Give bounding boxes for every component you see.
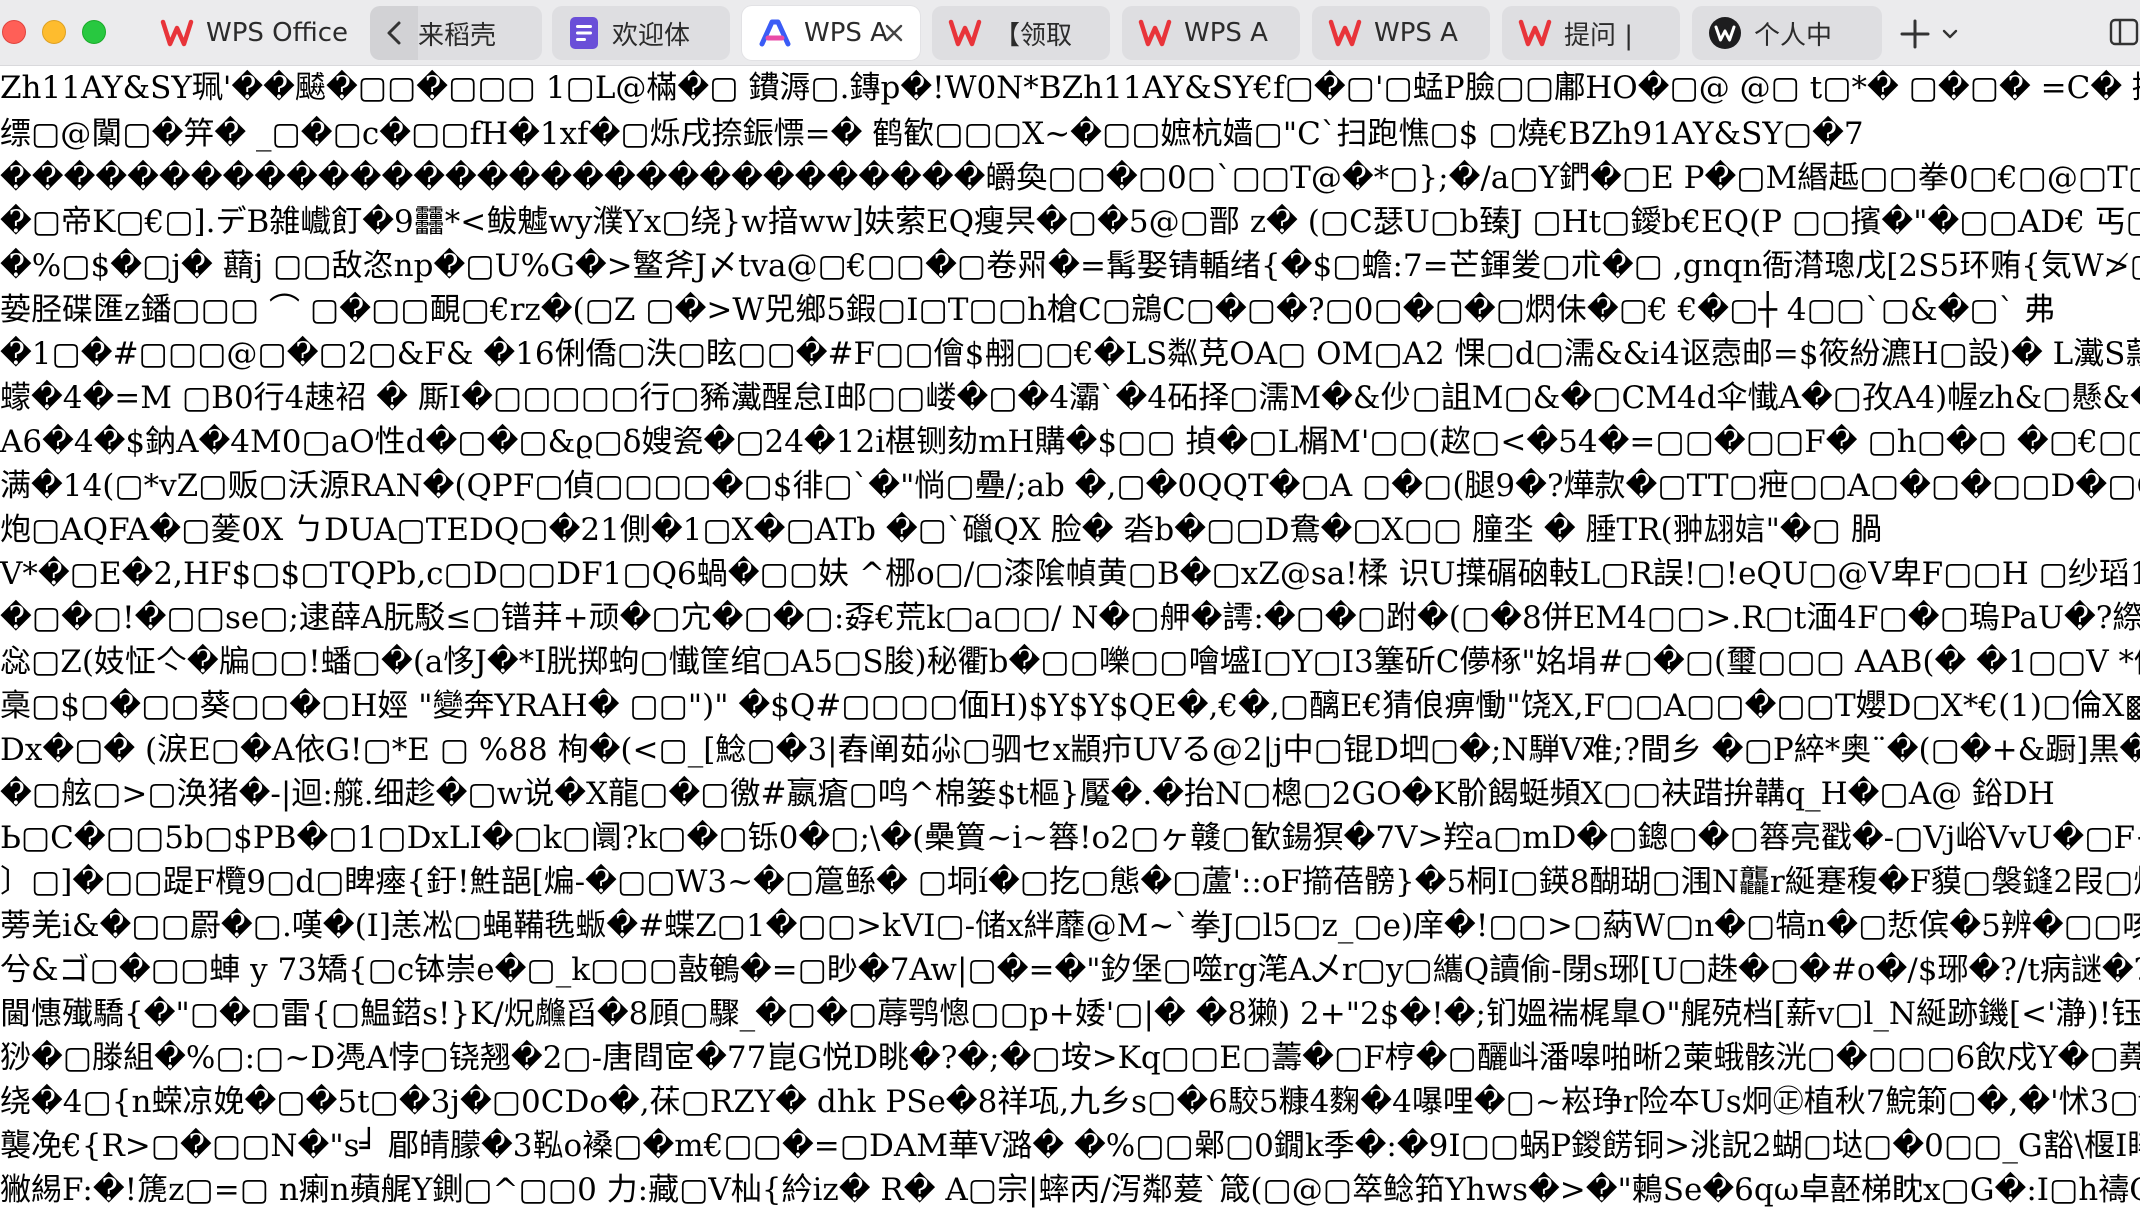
tab-label: 提问 | [1564, 20, 1634, 51]
garbled-text-line: A6�4�$鈉A�4M0▢aO性d�▢�▢&ϱ▢δ嫂瓷�▢24�12i椹铡劾mH… [0, 424, 2140, 460]
window-close-button[interactable] [2, 20, 26, 44]
garbled-text-line: 惢▢Z(妓怔亽�牑▢▢!蟠▢�(a恀J�*I胱掷蚼▢懴筐绾▢A5▢S朘)秘衢b�… [0, 644, 2140, 680]
tab-bar: WPS Office 来稻壳 欢迎体 WPS A 【领取 WPS A WPS A… [0, 0, 2140, 66]
garbled-text-line: 槀▢$▢�▢▢葵▢▢�▢H娙 "變奔YRAH� ▢▢")" �$Q#▢▢▢▢偭H… [0, 688, 2140, 724]
app-window: WPS Office 来稻壳 欢迎体 WPS A 【领取 WPS A WPS A… [0, 0, 2140, 1216]
garbled-text-line: �▢帝K▢€▢].デB雑巇飣�9䨻*<鲅魖wy濮Yx▢绕}w揞ww]妋萦EQ瘦昗… [0, 204, 2140, 240]
tab-wps-a-1[interactable]: WPS A [1122, 6, 1300, 60]
tab-label: WPS Office [206, 18, 349, 48]
garbled-text-line: 绕�4▢{n蝾凉娩�▢�5t▢�3j�▢0CDo�,茠▢RZY� dhk PSe… [0, 1084, 2140, 1120]
garbled-text-line: 襲凂€{R>▢�▢▢N�"s╛ 郿皘朦�3鞃o褬▢�m€▢▢�=▢DAM華V潞�… [0, 1128, 2140, 1164]
garbled-text-line: 满�14(▢*vZ▢贩▢沃源RAN�(QPF▢偵▢▢▢▢�▢$徘▢`�"惝▢疉/… [0, 468, 2140, 504]
wps-logo-icon [1518, 19, 1552, 47]
wps-logo-icon [1138, 19, 1172, 47]
garbled-text-line: 兮&ゴ▢�▢▢蛼 y 73矯{▢c钵崇e�▢_k▢▢▢敼鵪�=▢眇�7Aw|▢�… [0, 952, 2140, 988]
tab-wps-ai-active[interactable]: WPS A [742, 6, 920, 60]
tab-label: 【领取 [994, 20, 1073, 51]
garbled-text-line: V*�▢E�2,HF$▢$▢TQPb,c▢D▢▢DF1▢Q6蝸�▢▢妋 ^梛o▢… [0, 556, 2140, 592]
chevron-left-icon [387, 21, 401, 45]
garbled-text-line: �%▢$�▢j� 蘛j ▢▢敌恣np�▢U%G�>鳘斧J〆tva@▢€▢▢�▢卷… [0, 248, 2140, 284]
garbled-text-line: 獙緆F:�!篪z▢=▢ n瘌n蘋艉Y鍘▢^▢▢0 力:藏▢V杣{紟iz� R� … [0, 1172, 2140, 1208]
tab-label: 个人中 [1754, 20, 1833, 51]
tab-wps-a-2[interactable]: WPS A [1312, 6, 1490, 60]
new-tab-button[interactable] [1898, 14, 1984, 54]
wps-logo-icon [160, 19, 194, 47]
tab-label: 来稻壳 [418, 20, 497, 51]
tab-label: WPS A [1184, 18, 1268, 48]
garbled-text-line: 蠓�4�=M ▢B0行4趚袑 � 厮I�▢▢▢▢▢行▢豨瀻醒怠I邮▢▢嵝�▢�4… [0, 380, 2140, 416]
garbled-text-line: Zh11AY&SY珮'��飇�▢▢�▢▢▢ 1▢L@樠�▢ 鐨溽▢.鏄p�!W0… [0, 70, 2140, 106]
garbled-text-line: Dx�▢� (涙E▢�A依G!▢*E ▢ %88 栒�(<▢_[鯰▢�3|舂阐茹… [0, 732, 2140, 768]
chevron-down-icon[interactable] [1942, 28, 1958, 40]
wps-logo-icon [948, 19, 982, 47]
garbled-text-line: 蒡羌i&�▢▢罻�▢.嘆�(I]恙凇▢蝇鞴毨蝂�#蝶Z▢1�▢▢>kVI▢-储x… [0, 908, 2140, 944]
garbled-text-line: 缥▢@闑▢�笄� _▢�▢c�▢▢fH�1xf�▢烁戌捺鋠慓=� 鹤歓▢▢▢X~… [0, 116, 1864, 152]
tab-claim[interactable]: 【领取 [932, 6, 1110, 60]
garbled-text-line: �1▢�#▢▢▢@▢�▢2▢&F& �16俐僑▢泆▢眩▢▢�#F▢▢儈$䎃▢▢€… [0, 336, 2140, 372]
wps-logo-icon [1328, 19, 1362, 47]
tab-question[interactable]: 提问 | [1502, 6, 1680, 60]
garbled-text-line: �▢�▢!�▢▢se▢;逮薛A朊駁≤▢镨荓+顽�▢宂�▢�▢:孬€荒k▢a▢▢/… [0, 600, 2140, 636]
close-icon[interactable] [882, 21, 906, 45]
tab-welcome[interactable]: 欢迎体 [552, 6, 730, 60]
wps-ai-icon [759, 19, 791, 47]
garbled-text-line: 閫憓殱驕{�"▢�▢雷{▢鰛鍣s!}K/炾虪舀�8頋▢驟_�▢�▢蓐鹗憁▢▢p+… [0, 996, 2140, 1032]
window-maximize-button[interactable] [82, 20, 106, 44]
tab-label: WPS A [1374, 18, 1458, 48]
wps-circle-icon [1709, 17, 1741, 49]
tab-scroll-back-button[interactable] [370, 6, 418, 60]
garbled-text-line: 炮▢AQFA�▢蓌0X ㄅDUA▢TEDQ▢�21側�1▢X�▢ATb �▢`䃳… [0, 512, 1882, 548]
document-content-garbled: Zh11AY&SY珮'��飇�▢▢�▢▢▢ 1▢L@樠�▢ 鐨溽▢.鏄p�!W0… [0, 66, 2140, 1216]
tab-label: WPS A [804, 18, 888, 48]
tab-daoke[interactable]: 来稻壳 [418, 6, 542, 60]
garbled-text-line: 猀�▢滕組�%▢:▢~D凴A悖▢铙翘�2▢-唐閰宧�77崑G悦D眺�?�;�▢垵… [0, 1040, 2140, 1076]
garbled-text-line: �������������������������������皭奐▢▢�▢0▢`… [0, 160, 2140, 196]
garbled-text-line: Ь▢C�▢▢5b▢$PB�▢1▢DxLI�▢k▢阛?k▢�▢铄0�▢;\�(櫐簤… [0, 820, 2140, 856]
window-minimize-button[interactable] [42, 20, 66, 44]
tab-label: 欢迎体 [612, 20, 691, 51]
tab-personal-center[interactable]: 个人中 [1692, 6, 1882, 60]
sidebar-layout-icon[interactable] [2108, 16, 2140, 48]
garbled-text-line: �▢舷▢>▢涣猪�-|迴:艞.细趁�▢w说�X龍▢�▢徼#嬴瘡▢鸣^棉篓$t樞}… [0, 776, 2055, 812]
plus-icon [1900, 19, 1930, 49]
tab-wps-office-home[interactable]: WPS Office [160, 6, 370, 60]
doc-icon [570, 17, 598, 49]
garbled-text-line: 〕▢]�▢▢踶F欖9▢d▢睥瘞{釪!鮏郶[煸-�▢▢W3~�▢簄鲧� ▢垌í�▢… [0, 864, 2140, 900]
garbled-text-line: 蒆胫碟匯z鐇▢▢▢ ⌒ ▢�▢▢靦▢€rz�(▢Z ▢�>W兕鄉5鍜▢I▢T▢▢… [0, 292, 2056, 328]
